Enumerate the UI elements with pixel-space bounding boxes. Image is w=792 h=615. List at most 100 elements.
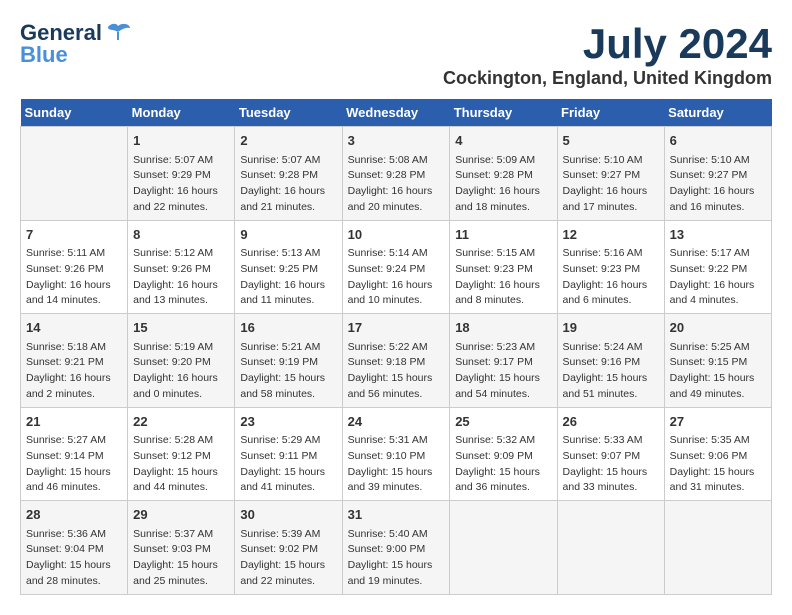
calendar-week-row: 14Sunrise: 5:18 AM Sunset: 9:21 PM Dayli… [21, 314, 772, 408]
logo-bird-icon [104, 22, 132, 44]
day-info: Sunrise: 5:31 AM Sunset: 9:10 PM Dayligh… [348, 433, 445, 496]
calendar-cell: 9Sunrise: 5:13 AM Sunset: 9:25 PM Daylig… [235, 220, 342, 314]
day-number: 14 [26, 318, 122, 338]
day-info: Sunrise: 5:17 AM Sunset: 9:22 PM Dayligh… [670, 246, 766, 309]
day-number: 23 [240, 412, 336, 432]
logo-blue: Blue [20, 42, 68, 68]
calendar-cell: 27Sunrise: 5:35 AM Sunset: 9:06 PM Dayli… [664, 407, 771, 501]
day-number: 29 [133, 505, 229, 525]
day-number: 7 [26, 225, 122, 245]
calendar-cell: 6Sunrise: 5:10 AM Sunset: 9:27 PM Daylig… [664, 127, 771, 221]
day-info: Sunrise: 5:15 AM Sunset: 9:23 PM Dayligh… [455, 246, 551, 309]
calendar-cell: 23Sunrise: 5:29 AM Sunset: 9:11 PM Dayli… [235, 407, 342, 501]
day-info: Sunrise: 5:08 AM Sunset: 9:28 PM Dayligh… [348, 153, 445, 216]
calendar-cell [664, 501, 771, 595]
day-number: 1 [133, 131, 229, 151]
calendar-cell: 22Sunrise: 5:28 AM Sunset: 9:12 PM Dayli… [128, 407, 235, 501]
calendar-cell: 29Sunrise: 5:37 AM Sunset: 9:03 PM Dayli… [128, 501, 235, 595]
calendar-cell: 1Sunrise: 5:07 AM Sunset: 9:29 PM Daylig… [128, 127, 235, 221]
calendar-cell: 18Sunrise: 5:23 AM Sunset: 9:17 PM Dayli… [450, 314, 557, 408]
calendar-cell: 15Sunrise: 5:19 AM Sunset: 9:20 PM Dayli… [128, 314, 235, 408]
calendar-cell: 2Sunrise: 5:07 AM Sunset: 9:28 PM Daylig… [235, 127, 342, 221]
col-header-thursday: Thursday [450, 99, 557, 127]
day-info: Sunrise: 5:40 AM Sunset: 9:00 PM Dayligh… [348, 527, 445, 590]
col-header-monday: Monday [128, 99, 235, 127]
calendar-cell: 14Sunrise: 5:18 AM Sunset: 9:21 PM Dayli… [21, 314, 128, 408]
day-info: Sunrise: 5:07 AM Sunset: 9:28 PM Dayligh… [240, 153, 336, 216]
day-info: Sunrise: 5:11 AM Sunset: 9:26 PM Dayligh… [26, 246, 122, 309]
day-number: 30 [240, 505, 336, 525]
calendar-week-row: 21Sunrise: 5:27 AM Sunset: 9:14 PM Dayli… [21, 407, 772, 501]
calendar-cell: 26Sunrise: 5:33 AM Sunset: 9:07 PM Dayli… [557, 407, 664, 501]
day-info: Sunrise: 5:21 AM Sunset: 9:19 PM Dayligh… [240, 340, 336, 403]
day-info: Sunrise: 5:29 AM Sunset: 9:11 PM Dayligh… [240, 433, 336, 496]
day-number: 15 [133, 318, 229, 338]
col-header-wednesday: Wednesday [342, 99, 450, 127]
calendar-cell: 12Sunrise: 5:16 AM Sunset: 9:23 PM Dayli… [557, 220, 664, 314]
calendar-cell: 13Sunrise: 5:17 AM Sunset: 9:22 PM Dayli… [664, 220, 771, 314]
calendar-cell: 24Sunrise: 5:31 AM Sunset: 9:10 PM Dayli… [342, 407, 450, 501]
title-area: July 2024 Cockington, England, United Ki… [443, 20, 772, 89]
month-title: July 2024 [443, 20, 772, 68]
day-info: Sunrise: 5:23 AM Sunset: 9:17 PM Dayligh… [455, 340, 551, 403]
day-info: Sunrise: 5:22 AM Sunset: 9:18 PM Dayligh… [348, 340, 445, 403]
day-info: Sunrise: 5:37 AM Sunset: 9:03 PM Dayligh… [133, 527, 229, 590]
col-header-tuesday: Tuesday [235, 99, 342, 127]
page-header: General Blue July 2024 Cockington, Engla… [20, 20, 772, 89]
day-info: Sunrise: 5:10 AM Sunset: 9:27 PM Dayligh… [670, 153, 766, 216]
day-number: 22 [133, 412, 229, 432]
day-number: 31 [348, 505, 445, 525]
calendar-week-row: 28Sunrise: 5:36 AM Sunset: 9:04 PM Dayli… [21, 501, 772, 595]
day-info: Sunrise: 5:18 AM Sunset: 9:21 PM Dayligh… [26, 340, 122, 403]
day-info: Sunrise: 5:09 AM Sunset: 9:28 PM Dayligh… [455, 153, 551, 216]
calendar-cell: 21Sunrise: 5:27 AM Sunset: 9:14 PM Dayli… [21, 407, 128, 501]
calendar-cell: 17Sunrise: 5:22 AM Sunset: 9:18 PM Dayli… [342, 314, 450, 408]
calendar-cell: 3Sunrise: 5:08 AM Sunset: 9:28 PM Daylig… [342, 127, 450, 221]
day-info: Sunrise: 5:33 AM Sunset: 9:07 PM Dayligh… [563, 433, 659, 496]
calendar-cell: 4Sunrise: 5:09 AM Sunset: 9:28 PM Daylig… [450, 127, 557, 221]
col-header-friday: Friday [557, 99, 664, 127]
day-number: 3 [348, 131, 445, 151]
day-number: 13 [670, 225, 766, 245]
day-number: 6 [670, 131, 766, 151]
col-header-saturday: Saturday [664, 99, 771, 127]
calendar-week-row: 7Sunrise: 5:11 AM Sunset: 9:26 PM Daylig… [21, 220, 772, 314]
calendar-header-row: SundayMondayTuesdayWednesdayThursdayFrid… [21, 99, 772, 127]
calendar-cell: 25Sunrise: 5:32 AM Sunset: 9:09 PM Dayli… [450, 407, 557, 501]
calendar-cell: 8Sunrise: 5:12 AM Sunset: 9:26 PM Daylig… [128, 220, 235, 314]
col-header-sunday: Sunday [21, 99, 128, 127]
day-number: 24 [348, 412, 445, 432]
day-number: 20 [670, 318, 766, 338]
day-info: Sunrise: 5:10 AM Sunset: 9:27 PM Dayligh… [563, 153, 659, 216]
location: Cockington, England, United Kingdom [443, 68, 772, 89]
calendar-cell: 28Sunrise: 5:36 AM Sunset: 9:04 PM Dayli… [21, 501, 128, 595]
day-info: Sunrise: 5:32 AM Sunset: 9:09 PM Dayligh… [455, 433, 551, 496]
calendar-cell [450, 501, 557, 595]
calendar-cell: 31Sunrise: 5:40 AM Sunset: 9:00 PM Dayli… [342, 501, 450, 595]
day-info: Sunrise: 5:36 AM Sunset: 9:04 PM Dayligh… [26, 527, 122, 590]
day-number: 16 [240, 318, 336, 338]
day-info: Sunrise: 5:25 AM Sunset: 9:15 PM Dayligh… [670, 340, 766, 403]
calendar-cell: 20Sunrise: 5:25 AM Sunset: 9:15 PM Dayli… [664, 314, 771, 408]
day-number: 9 [240, 225, 336, 245]
calendar-cell: 7Sunrise: 5:11 AM Sunset: 9:26 PM Daylig… [21, 220, 128, 314]
day-number: 28 [26, 505, 122, 525]
day-info: Sunrise: 5:27 AM Sunset: 9:14 PM Dayligh… [26, 433, 122, 496]
calendar-cell [557, 501, 664, 595]
day-info: Sunrise: 5:07 AM Sunset: 9:29 PM Dayligh… [133, 153, 229, 216]
day-number: 12 [563, 225, 659, 245]
day-info: Sunrise: 5:13 AM Sunset: 9:25 PM Dayligh… [240, 246, 336, 309]
calendar-table: SundayMondayTuesdayWednesdayThursdayFrid… [20, 99, 772, 595]
day-number: 2 [240, 131, 336, 151]
day-number: 5 [563, 131, 659, 151]
calendar-week-row: 1Sunrise: 5:07 AM Sunset: 9:29 PM Daylig… [21, 127, 772, 221]
day-number: 25 [455, 412, 551, 432]
day-info: Sunrise: 5:19 AM Sunset: 9:20 PM Dayligh… [133, 340, 229, 403]
day-number: 11 [455, 225, 551, 245]
day-info: Sunrise: 5:16 AM Sunset: 9:23 PM Dayligh… [563, 246, 659, 309]
day-info: Sunrise: 5:24 AM Sunset: 9:16 PM Dayligh… [563, 340, 659, 403]
day-number: 17 [348, 318, 445, 338]
day-info: Sunrise: 5:14 AM Sunset: 9:24 PM Dayligh… [348, 246, 445, 309]
day-info: Sunrise: 5:39 AM Sunset: 9:02 PM Dayligh… [240, 527, 336, 590]
day-number: 19 [563, 318, 659, 338]
